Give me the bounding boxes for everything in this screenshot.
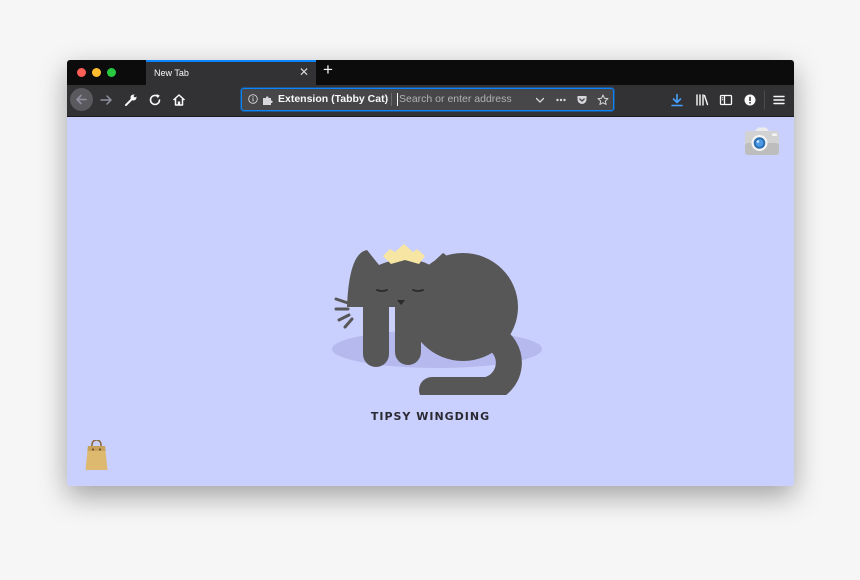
tab-title: New Tab: [154, 68, 189, 78]
tab-new-tab[interactable]: New Tab ✕: [146, 60, 316, 85]
library-icon[interactable]: [694, 92, 710, 108]
url-input-placeholder[interactable]: Search or enter address: [399, 93, 512, 105]
page-actions-icon[interactable]: [555, 94, 567, 106]
account-icon[interactable]: [742, 92, 758, 108]
window-close-button[interactable]: [77, 68, 86, 77]
extension-puzzle-icon: [263, 96, 273, 105]
camera-icon[interactable]: [744, 127, 780, 157]
browser-window: New Tab ✕ + Extension (Tabby Cat) Search…: [67, 60, 794, 486]
shopping-bag-icon[interactable]: [84, 440, 109, 472]
sidebar-icon[interactable]: [718, 92, 734, 108]
back-button[interactable]: [70, 88, 93, 111]
customize-wrench-icon[interactable]: [123, 92, 139, 108]
cat-front-leg-left: [363, 295, 389, 367]
reload-icon[interactable]: [147, 92, 163, 108]
url-bar[interactable]: Extension (Tabby Cat) Search or enter ad…: [241, 88, 614, 111]
cat-name-label: TIPSY WINGDING: [370, 410, 491, 423]
extension-identity-label: Extension (Tabby Cat): [278, 93, 389, 105]
cat-front-leg-right: [395, 295, 421, 365]
downloads-icon[interactable]: [669, 92, 685, 108]
tab-strip: New Tab ✕ +: [67, 60, 794, 85]
info-icon[interactable]: [248, 94, 258, 104]
forward-icon[interactable]: [98, 92, 114, 108]
tabby-cat-illustration: [332, 244, 542, 395]
new-tab-page: TIPSY WINGDING: [67, 117, 794, 486]
tab-close-icon[interactable]: ✕: [299, 66, 309, 78]
bookmark-star-icon[interactable]: [597, 94, 609, 106]
pocket-icon[interactable]: [576, 94, 588, 106]
new-tab-plus-icon[interactable]: +: [323, 61, 333, 78]
dropdown-chevron-icon[interactable]: [534, 94, 546, 106]
home-icon[interactable]: [171, 92, 187, 108]
window-minimize-button[interactable]: [92, 68, 101, 77]
menu-icon[interactable]: [771, 92, 787, 108]
toolbar-divider: [764, 90, 765, 110]
window-maximize-button[interactable]: [107, 68, 116, 77]
back-icon: [76, 94, 87, 105]
nav-toolbar: Extension (Tabby Cat) Search or enter ad…: [67, 85, 794, 117]
text-cursor: [397, 93, 398, 106]
url-separator: [391, 93, 392, 106]
